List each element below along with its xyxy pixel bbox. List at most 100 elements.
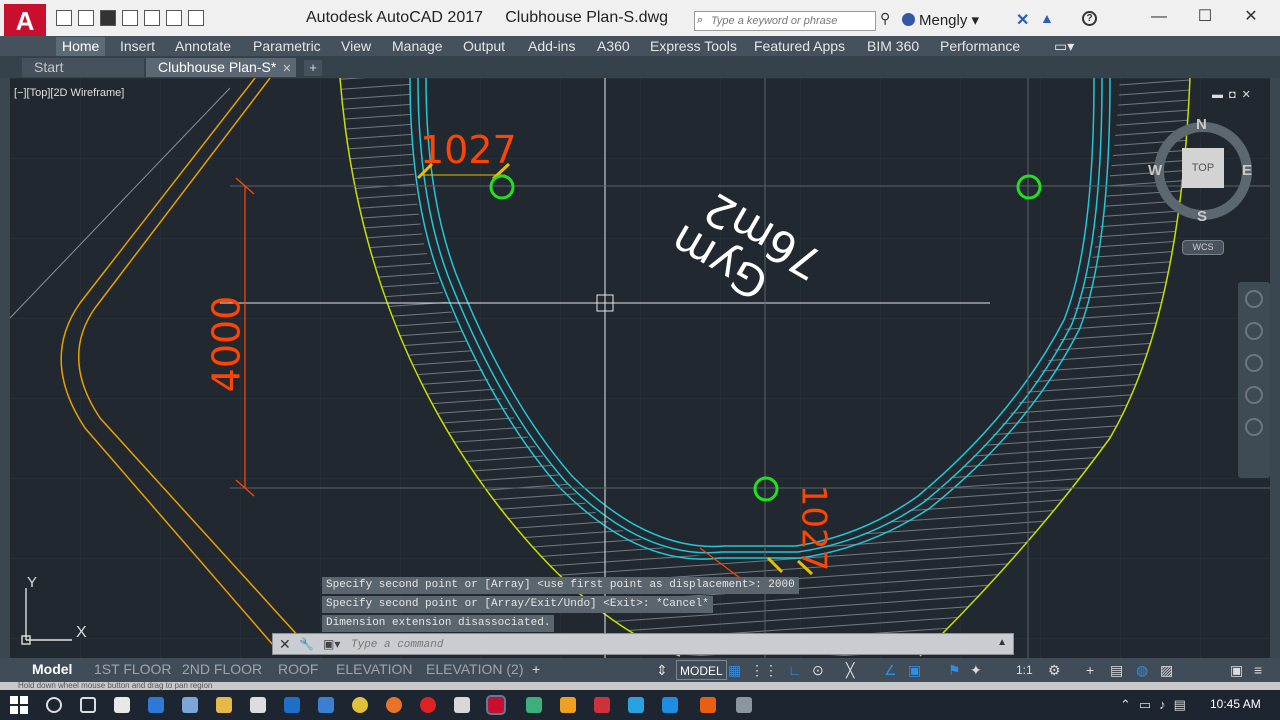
add-layout-button[interactable]: + [532,661,540,677]
object-snap-icon[interactable]: ▣ [908,662,921,679]
dimension-text-left[interactable]: 4000 [204,296,248,393]
vlc-icon[interactable] [560,697,576,713]
open-file-icon[interactable] [78,10,94,26]
dimension-text-bottom[interactable]: 1027 [793,485,833,572]
clean-screen-icon[interactable]: ▣ [1230,662,1243,679]
viewcube-east[interactable]: E [1242,162,1252,179]
tab-bim-360[interactable]: BIM 360 [861,37,919,56]
auto-scale-icon[interactable]: ✦ [970,662,982,679]
drawing-area[interactable]: [−][Top][2D Wireframe] ▬◘✕ 1027 4000 102… [0,78,1280,658]
polar-tracking-icon[interactable]: ⊙ [812,662,824,679]
snap-mode-icon[interactable]: ⋮⋮ [750,662,778,679]
print-icon[interactable] [144,10,160,26]
tab-express-tools[interactable]: Express Tools [644,37,737,56]
left-scrollbar[interactable] [0,78,10,658]
hardware-acceleration-icon[interactable]: ▨ [1160,662,1173,679]
user-account-button[interactable]: Mengly ▾ [902,11,979,29]
firefox-icon[interactable] [386,697,402,713]
outlook-icon[interactable] [284,697,300,713]
pdf-icon[interactable] [594,697,610,713]
viewport-controls[interactable]: [−][Top][2D Wireframe] [14,87,124,99]
viewcube-top-face[interactable]: TOP [1182,148,1224,188]
binoculars-icon[interactable]: ⚲ [880,10,890,27]
steering-wheel-icon[interactable] [1245,290,1263,308]
close-button[interactable]: ✕ [1228,4,1274,30]
zoom-icon[interactable] [1245,354,1263,372]
tab-home[interactable]: Home [56,37,106,56]
tab-output[interactable]: Output [457,37,505,56]
layout-tab-elevation-2[interactable]: ELEVATION (2) [420,660,530,680]
layout-tab-1st-floor[interactable]: 1ST FLOOR [88,660,178,680]
annotation-visibility-icon[interactable]: ⚑ [948,662,961,679]
save-as-icon[interactable] [122,10,138,26]
plus-icon[interactable]: + [1086,662,1094,678]
search-input[interactable]: ⌕ Type a keyword or phrase [694,11,876,31]
taskbar-clock[interactable]: 10:45 AM [1210,697,1261,711]
telegram-icon[interactable] [628,697,644,713]
drawing-canvas[interactable] [0,78,1280,658]
layout-menu-icon[interactable]: ⇕ [656,662,668,679]
isodraft-icon[interactable]: ╳ [846,662,854,679]
new-file-icon[interactable] [56,10,72,26]
layout-tab-roof[interactable]: ROOF [272,660,324,680]
edge-icon[interactable] [148,697,164,713]
layout-tab-model[interactable]: Model [26,660,78,680]
tab-a360[interactable]: A360 [591,37,630,56]
search-icon[interactable] [46,697,62,713]
autocad-logo-icon[interactable]: A [4,4,46,38]
viewcube-north[interactable]: N [1196,116,1207,133]
ribbon-options-icon[interactable]: ▭▾ [1048,37,1074,56]
tab-parametric[interactable]: Parametric [247,37,321,56]
grid-display-icon[interactable]: ▦ [728,662,741,679]
app-orange-icon[interactable] [700,697,716,713]
opera-icon[interactable] [420,697,436,713]
right-scrollbar[interactable] [1270,78,1280,658]
minimize-button[interactable]: — [1136,4,1182,30]
app-icon[interactable] [454,697,470,713]
close-command-line-icon[interactable]: ✕ [279,636,291,653]
showmotion-icon[interactable] [1245,418,1263,436]
undo-icon[interactable] [166,10,182,26]
file-explorer-icon[interactable] [114,697,130,713]
tab-start[interactable]: Start [22,58,144,77]
annotation-scale[interactable]: 1:1 [1016,663,1033,677]
isolate-objects-icon[interactable]: ◍ [1136,662,1148,679]
viewcube-west[interactable]: W [1148,162,1162,179]
tab-performance[interactable]: Performance [934,37,1020,56]
tab-view[interactable]: View [335,37,371,56]
command-input[interactable] [351,636,991,653]
autocad-taskbar-icon[interactable] [486,695,506,715]
dimension-text-top[interactable]: 1027 [420,128,517,172]
model-space-button[interactable]: MODEL [676,660,727,680]
redo-icon[interactable] [188,10,204,26]
chrome-icon[interactable] [352,697,368,713]
tab-insert[interactable]: Insert [114,37,155,56]
wcs-menu[interactable]: WCS [1182,240,1224,255]
history-up-icon[interactable]: ▲ [997,637,1007,648]
folder-icon[interactable] [216,697,232,713]
close-tab-icon[interactable]: ✕ [282,63,291,75]
orbit-icon[interactable] [1245,386,1263,404]
layout-tab-2nd-floor[interactable]: 2ND FLOOR [176,660,268,680]
sheets-icon[interactable] [526,697,542,713]
store-icon[interactable] [250,697,266,713]
pan-icon[interactable] [1245,322,1263,340]
ortho-icon[interactable]: ∟ [788,662,802,678]
layout-tab-elevation[interactable]: ELEVATION [330,660,419,680]
tab-add-ins[interactable]: Add-ins [522,37,575,56]
tab-document[interactable]: Clubhouse Plan-S* ✕ [146,58,296,77]
tab-annotate[interactable]: Annotate [169,37,231,56]
system-tray[interactable]: ⌃▭♪▤ [1120,697,1194,713]
tab-featured-apps[interactable]: Featured Apps [748,37,845,56]
object-snap-tracking-icon[interactable]: ∠ [884,662,897,679]
customize-icon[interactable]: 🔧 [299,637,314,651]
maximize-button[interactable]: ☐ [1182,4,1228,30]
app-gray-icon[interactable] [736,697,752,713]
viewport-window-controls[interactable]: ▬◘✕ [1212,88,1257,101]
new-tab-button[interactable]: + [304,60,322,76]
windows-start-icon[interactable] [10,696,28,714]
tab-manage[interactable]: Manage [386,37,443,56]
viewcube-south[interactable]: S [1197,208,1207,225]
autodesk-network-icon[interactable]: ▲ [1040,10,1054,26]
network-app-icon[interactable] [318,697,334,713]
